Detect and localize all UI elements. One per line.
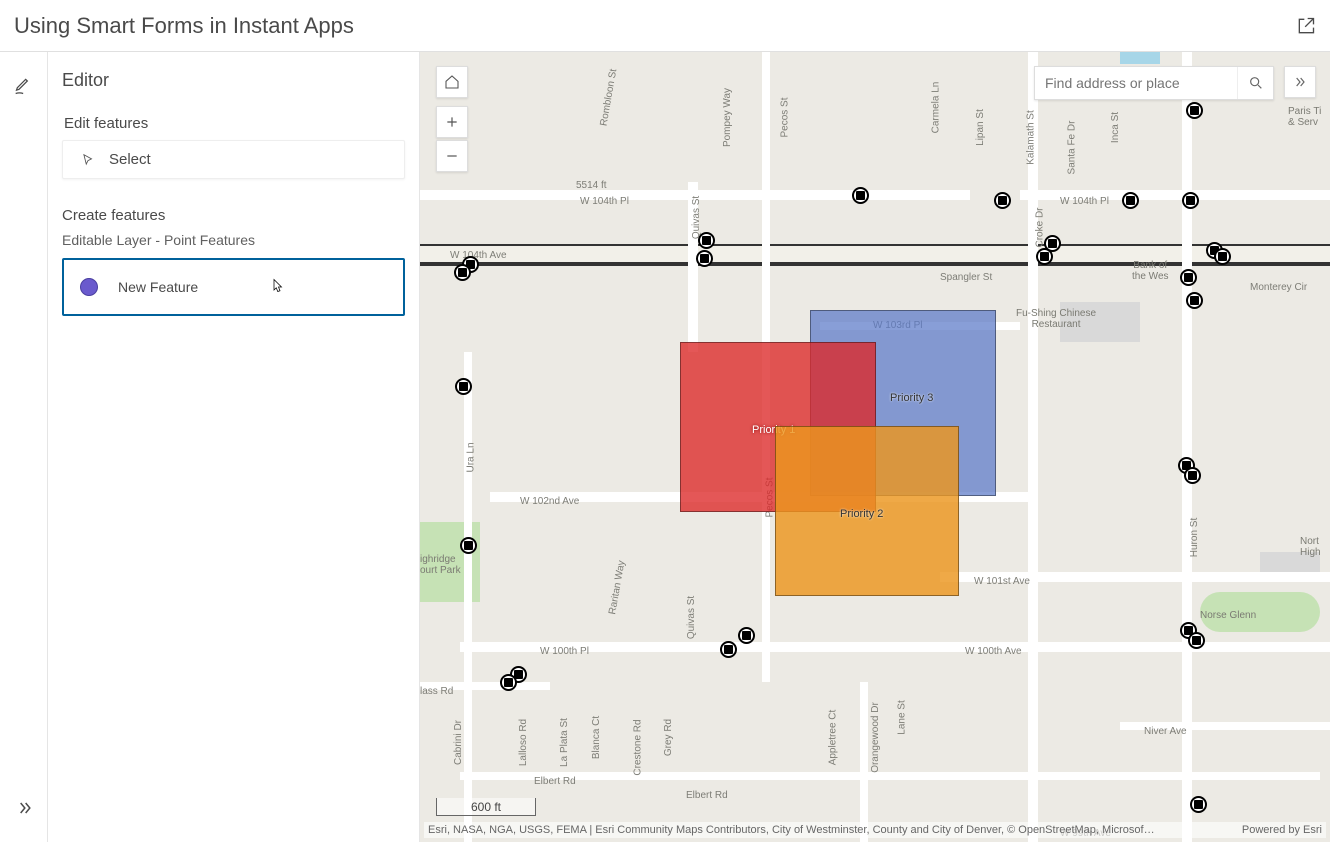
road-label: Raritan Way <box>607 560 627 616</box>
bus-marker[interactable] <box>1184 467 1201 484</box>
road-label: Santa Fe Dr <box>1066 121 1077 175</box>
bus-marker[interactable] <box>455 378 472 395</box>
bus-marker[interactable] <box>1044 235 1061 252</box>
cursor-icon <box>81 153 95 167</box>
road-label: Ura Ln <box>466 442 477 472</box>
road-label: Elbert Rd <box>686 790 728 801</box>
road-label: La Plata St <box>559 718 570 767</box>
page-title: Using Smart Forms in Instant Apps <box>14 13 354 39</box>
road-label: Kalamath St <box>1026 110 1037 164</box>
bus-marker[interactable] <box>1186 102 1203 119</box>
map-canvas[interactable]: 5514 ft W 104th Pl W 104th Pl W 104th Av… <box>420 52 1330 842</box>
zoom-out-button[interactable] <box>436 140 468 172</box>
bus-marker[interactable] <box>698 232 715 249</box>
bus-marker[interactable] <box>1190 796 1207 813</box>
road-label: Cabrini Dr <box>453 720 464 765</box>
bus-marker[interactable] <box>720 641 737 658</box>
attribution: Esri, NASA, NGA, USGS, FEMA | Esri Commu… <box>424 822 1326 838</box>
road-label: Appletree Ct <box>827 710 838 766</box>
select-button-label: Select <box>109 151 151 168</box>
search-input[interactable] <box>1035 75 1237 91</box>
road-label: Crestone Rd <box>633 719 644 775</box>
road-label: W 101st Ave <box>974 576 1030 587</box>
powered-by: Powered by Esri <box>1242 824 1322 836</box>
search-box <box>1034 66 1274 100</box>
poi-label: Nort High <box>1300 536 1321 558</box>
road-label: Elbert Rd <box>534 776 576 787</box>
highway <box>420 262 1330 266</box>
bus-marker[interactable] <box>852 187 869 204</box>
select-button[interactable]: Select <box>62 140 405 179</box>
road-label: W 100th Ave <box>965 646 1022 657</box>
road-label: lass Rd <box>420 686 453 697</box>
road-label: Pecos St <box>780 97 791 137</box>
road <box>860 682 868 842</box>
poi-label: Bank of the Wes <box>1132 260 1169 282</box>
bus-marker[interactable] <box>994 192 1011 209</box>
scale-bar: 600 ft <box>436 798 536 816</box>
road-label: Pompey Way <box>722 88 733 147</box>
road-label: W 104th Ave <box>450 250 507 261</box>
share-icon[interactable] <box>1296 16 1316 36</box>
road <box>1182 52 1192 842</box>
poi-label: Paris Ti & Serv <box>1288 106 1321 128</box>
road-label: Spangler St <box>940 272 992 283</box>
panel-title: Editor <box>48 52 419 109</box>
road-label: Orangewood Dr <box>870 702 881 773</box>
road <box>1028 52 1038 842</box>
create-features-label: Create features <box>62 207 405 224</box>
bus-marker[interactable] <box>1182 192 1199 209</box>
bus-marker[interactable] <box>1186 292 1203 309</box>
road-label: Huron St <box>1189 518 1200 557</box>
layer-label: Editable Layer - Point Features <box>62 232 405 248</box>
road-label: Lipan St <box>975 109 986 146</box>
cursor-pointer-icon <box>268 276 286 298</box>
road-label: Lane St <box>897 700 908 734</box>
editor-rail-button[interactable] <box>6 68 42 104</box>
road-label: Carmela Ln <box>930 82 941 134</box>
bus-marker[interactable] <box>1188 632 1205 649</box>
bus-marker[interactable] <box>696 250 713 267</box>
road-label: Monterey Cir <box>1250 282 1307 293</box>
poi-label: Fu-Shing Chinese Restaurant <box>1016 308 1096 330</box>
road-label: W 100th Pl <box>540 646 589 657</box>
road-label: Niver Ave <box>1144 726 1187 737</box>
road-label: W 102nd Ave <box>520 496 579 507</box>
road-label: Quivas St <box>686 596 697 639</box>
poi-label: ighridge ourt Park <box>420 554 461 576</box>
zoom-in-button[interactable] <box>436 106 468 138</box>
water-area <box>1120 52 1160 64</box>
more-tools-button[interactable] <box>1284 66 1316 98</box>
side-rail <box>0 52 48 842</box>
poi-label: Norse Glenn <box>1200 610 1256 621</box>
poly-label-2: Priority 2 <box>840 508 883 520</box>
bus-marker[interactable] <box>1214 248 1231 265</box>
road-label: Grey Rd <box>663 719 674 756</box>
road-label: Rombloon St <box>598 68 619 127</box>
road-label: W 104th Pl <box>580 196 629 207</box>
search-button[interactable] <box>1237 67 1273 99</box>
bus-marker[interactable] <box>1180 269 1197 286</box>
poly-label-3: Priority 3 <box>890 392 933 404</box>
attribution-text: Esri, NASA, NGA, USGS, FEMA | Esri Commu… <box>428 824 1155 836</box>
road-label: Lalloso Rd <box>518 719 529 766</box>
bus-marker[interactable] <box>454 264 471 281</box>
bus-marker[interactable] <box>500 674 517 691</box>
bus-marker[interactable] <box>1122 192 1139 209</box>
bus-marker[interactable] <box>460 537 477 554</box>
point-swatch-icon <box>80 278 98 296</box>
new-feature-label: New Feature <box>118 279 198 295</box>
road-label: 5514 ft <box>576 180 607 191</box>
road-label: Inca St <box>1110 112 1121 143</box>
road <box>464 352 472 842</box>
road-label: Blanca Ct <box>591 716 602 759</box>
editor-panel: Editor Edit features Select Create featu… <box>48 52 420 842</box>
road-label: W 104th Pl <box>1060 196 1109 207</box>
expand-rail-button[interactable] <box>6 790 42 826</box>
new-feature-template[interactable]: New Feature <box>62 258 405 316</box>
home-button[interactable] <box>436 66 468 98</box>
edit-features-label: Edit features <box>62 115 405 132</box>
bus-marker[interactable] <box>738 627 755 644</box>
